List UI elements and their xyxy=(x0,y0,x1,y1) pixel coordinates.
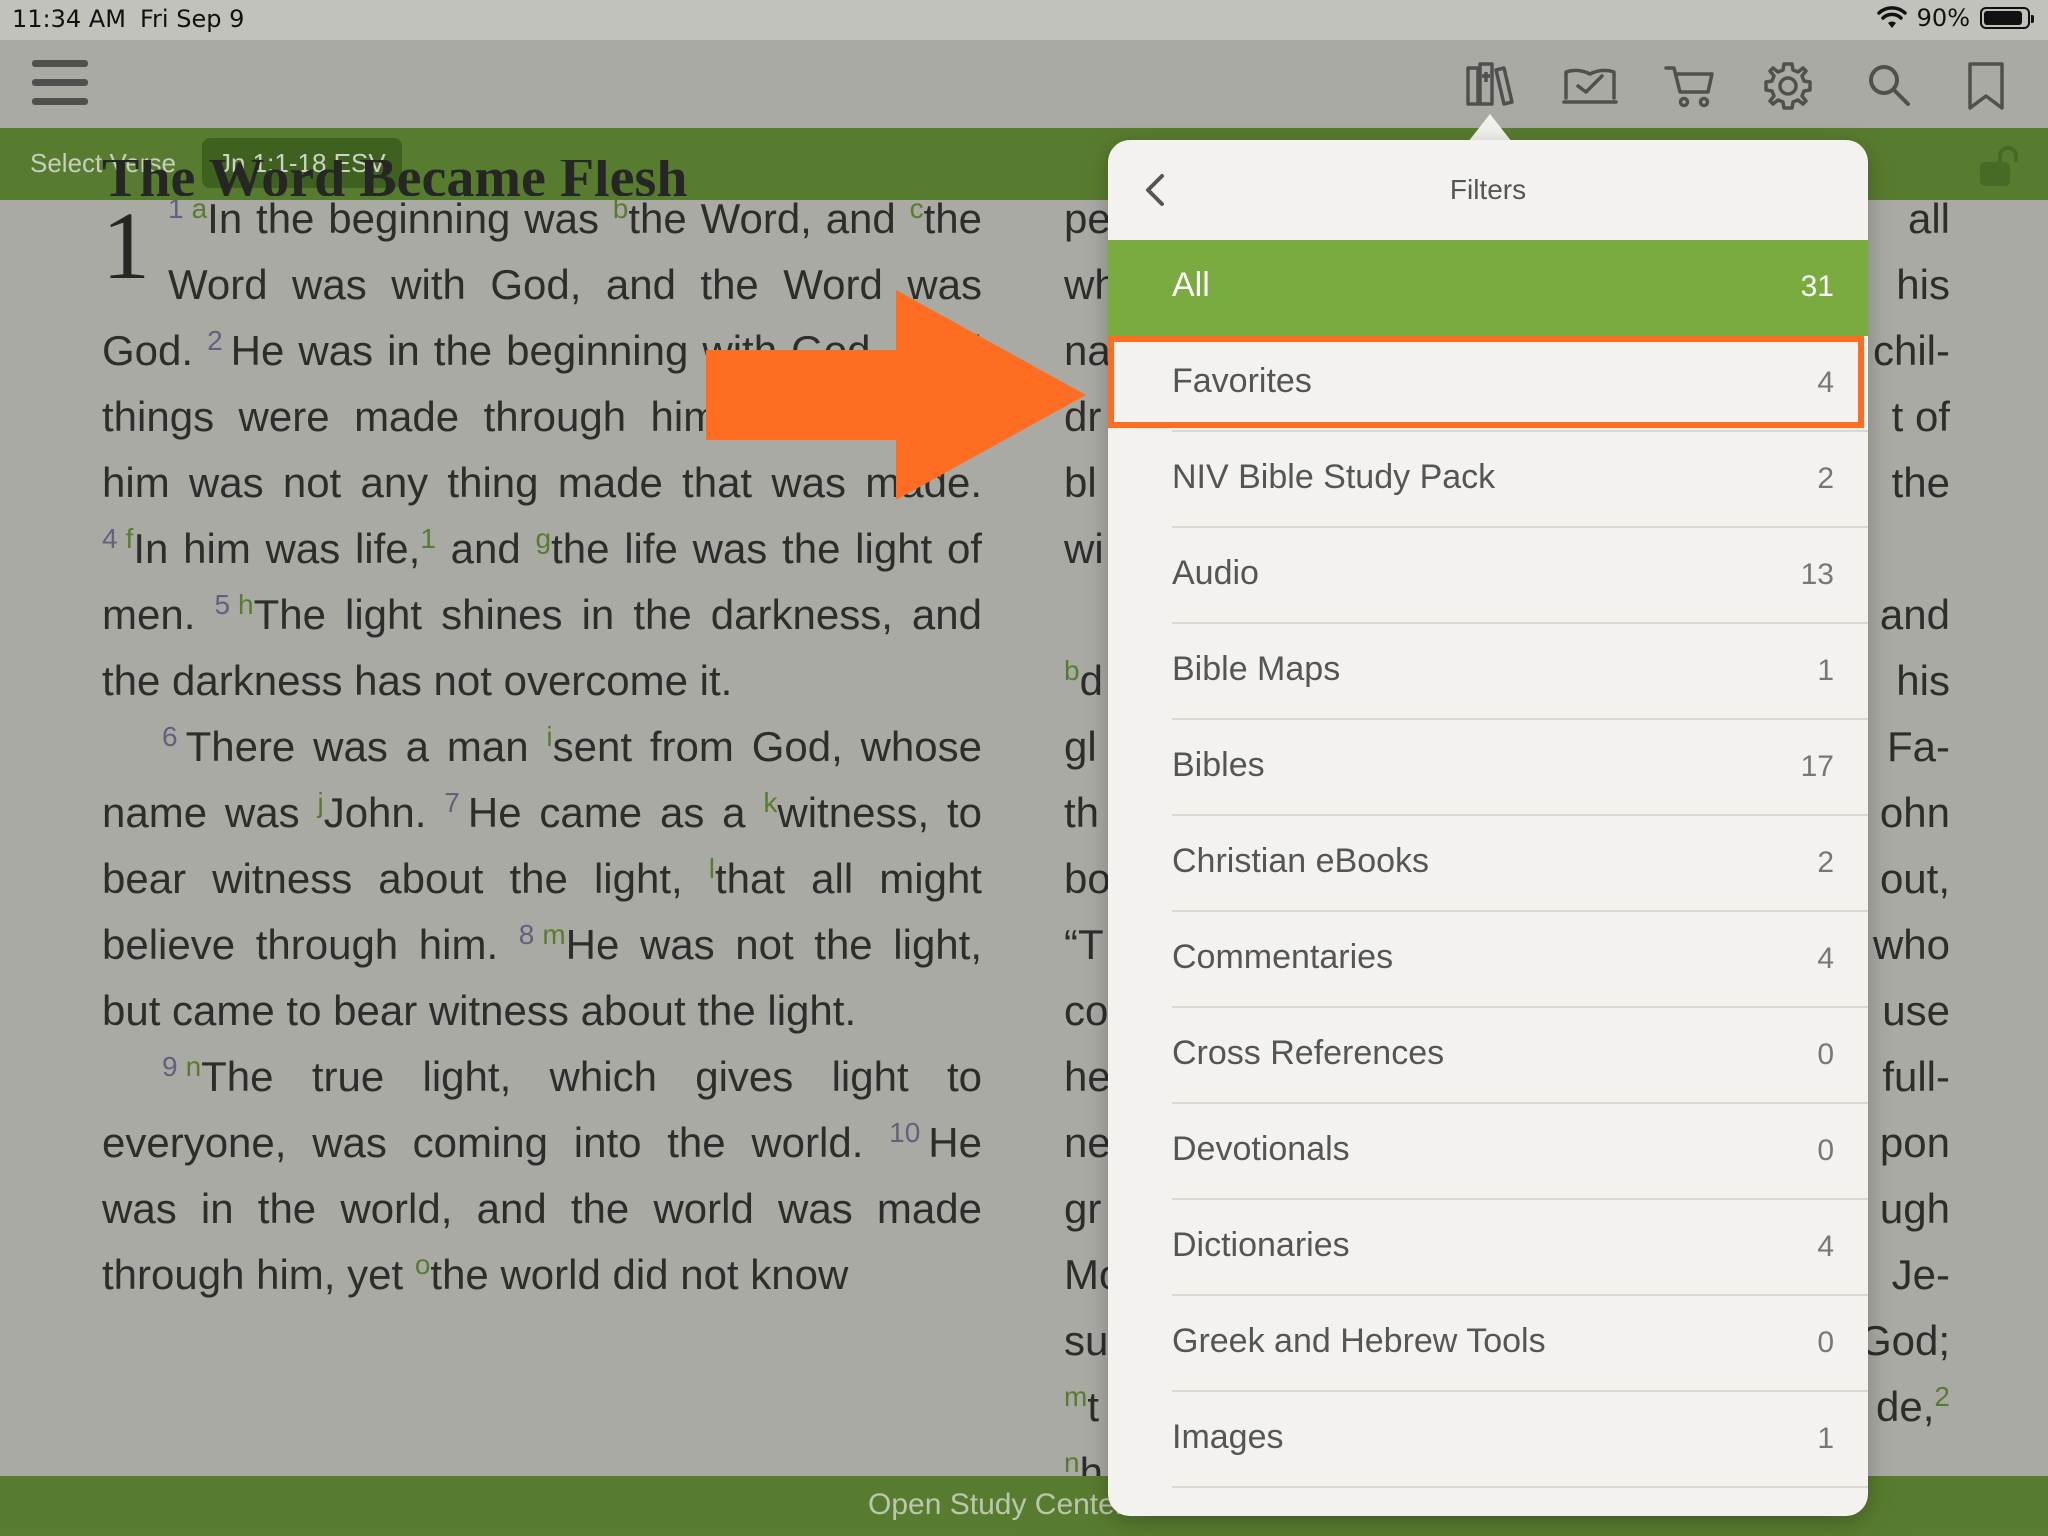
filter-cross-references[interactable]: Cross References 0 xyxy=(1108,1008,1868,1104)
popover-caret xyxy=(1468,114,1512,142)
annotation-arrow-icon xyxy=(706,290,1086,500)
filter-label: NIV Bible Study Pack xyxy=(1172,458,1496,496)
filter-all[interactable]: All 31 xyxy=(1108,240,1868,336)
filter-dictionaries[interactable]: Dictionaries 4 xyxy=(1108,1200,1868,1296)
filter-label: Commentaries xyxy=(1172,938,1394,976)
filter-count: 17 xyxy=(1800,750,1834,783)
filter-niv-bible-study-pack[interactable]: NIV Bible Study Pack 2 xyxy=(1108,432,1868,528)
filter-images[interactable]: Images 1 xyxy=(1108,1392,1868,1488)
filter-bibles[interactable]: Bibles 17 xyxy=(1108,720,1868,816)
filter-label: All xyxy=(1172,266,1210,304)
filter-greek-and-hebrew-tools[interactable]: Greek and Hebrew Tools 0 xyxy=(1108,1296,1868,1392)
filter-label: Christian eBooks xyxy=(1172,842,1430,880)
filter-count: 1 xyxy=(1817,1422,1834,1455)
filter-count: 13 xyxy=(1800,558,1834,591)
battery-percent: 90% xyxy=(1916,4,1970,32)
filter-devotionals[interactable]: Devotionals 0 xyxy=(1108,1104,1868,1200)
filter-label: Audio xyxy=(1172,554,1259,592)
filter-count: 4 xyxy=(1817,942,1834,975)
wifi-icon xyxy=(1876,6,1907,28)
filter-count: 31 xyxy=(1800,270,1834,303)
filter-christian-ebooks[interactable]: Christian eBooks 2 xyxy=(1108,816,1868,912)
filter-label: Devotionals xyxy=(1172,1130,1350,1168)
status-time: 11:34 AM xyxy=(12,5,126,33)
filter-audio[interactable]: Audio 13 xyxy=(1108,528,1868,624)
favorites-highlight-box xyxy=(1108,336,1864,428)
status-right: 90% xyxy=(1876,4,2034,32)
filter-label: Greek and Hebrew Tools xyxy=(1172,1322,1546,1360)
filter-label: Dictionaries xyxy=(1172,1226,1350,1264)
battery-icon xyxy=(1980,7,2034,29)
battery-fill xyxy=(1984,11,2022,25)
filter-count: 0 xyxy=(1817,1038,1834,1071)
popover-header: Filters xyxy=(1108,140,1868,240)
filter-count: 0 xyxy=(1817,1134,1834,1167)
filter-label: Cross References xyxy=(1172,1034,1445,1072)
filter-count: 2 xyxy=(1817,462,1834,495)
filter-bible-maps[interactable]: Bible Maps 1 xyxy=(1108,624,1868,720)
popover-title: Filters xyxy=(1449,174,1527,205)
filter-count: 0 xyxy=(1817,1326,1834,1359)
filter-label: Bibles xyxy=(1172,746,1265,784)
filter-count: 4 xyxy=(1817,1230,1834,1263)
filter-label: Bible Maps xyxy=(1172,650,1341,688)
filter-count: 2 xyxy=(1817,846,1834,879)
filter-count: 1 xyxy=(1817,654,1834,687)
filter-label: Images xyxy=(1172,1418,1284,1456)
status-bar: 11:34 AM Fri Sep 9 90% xyxy=(0,0,2048,40)
filter-commentaries[interactable]: Commentaries 4 xyxy=(1108,912,1868,1008)
status-date: Fri Sep 9 xyxy=(140,5,245,33)
